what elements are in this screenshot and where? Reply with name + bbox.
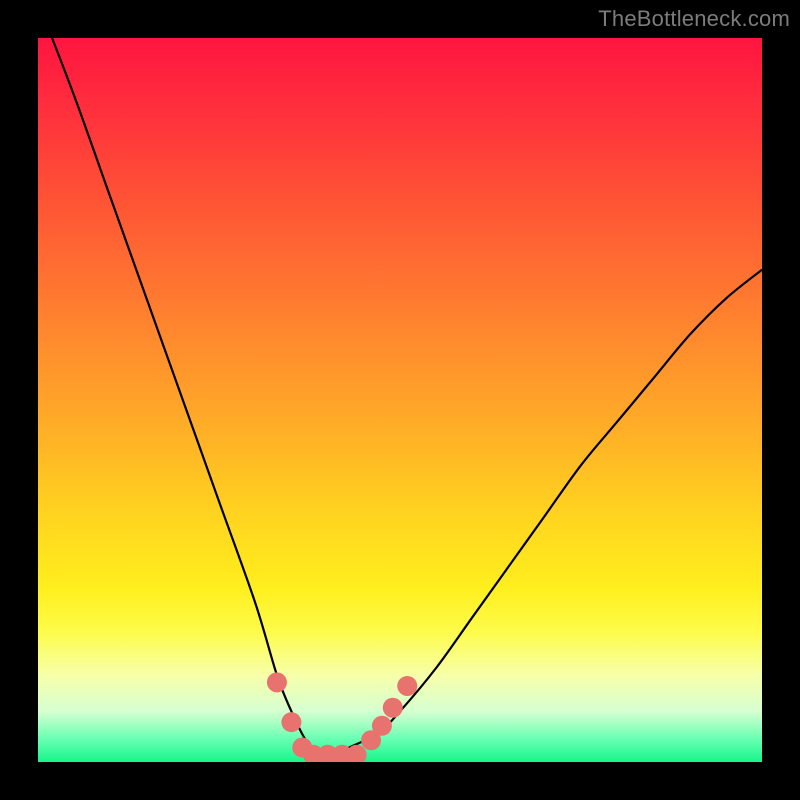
highlight-dot	[267, 672, 287, 692]
highlight-dot	[383, 698, 403, 718]
highlight-dot	[372, 716, 392, 736]
highlight-dot	[397, 676, 417, 696]
watermark-text: TheBottleneck.com	[598, 6, 790, 32]
highlight-dot	[281, 712, 301, 732]
chart-frame: TheBottleneck.com	[0, 0, 800, 800]
curve-line	[38, 38, 762, 756]
bottleneck-curve	[38, 38, 762, 762]
plot-area	[38, 38, 762, 762]
